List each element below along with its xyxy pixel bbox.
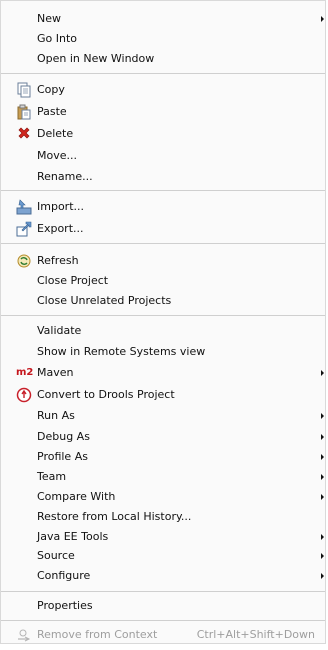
- menu-item-compare-with-label: Compare With: [37, 490, 116, 503]
- menu-item-export-label: Export...: [37, 222, 84, 235]
- menu-item-convert-to-drools-label: Convert to Drools Project: [37, 388, 175, 401]
- export-icon: [16, 221, 32, 237]
- menu-item-show-in-remote-systems[interactable]: Show in Remote Systems view: [1, 342, 325, 362]
- menu-item-new[interactable]: New: [1, 9, 325, 29]
- submenu-arrow-icon: [321, 573, 324, 579]
- menu-item-source-label: Source: [37, 549, 75, 562]
- drools-icon: [16, 387, 32, 403]
- delete-icon: [16, 126, 32, 142]
- submenu-arrow-icon: [321, 534, 324, 540]
- menu-item-go-into-label: Go Into: [37, 32, 78, 45]
- menu-item-convert-to-drools[interactable]: Convert to Drools Project: [1, 385, 325, 405]
- paste-icon: [16, 104, 32, 120]
- menu-separator: [1, 591, 325, 592]
- menu-item-run-as[interactable]: Run As: [1, 406, 325, 426]
- menu-item-configure-label: Configure: [37, 569, 91, 582]
- menu-item-open-in-new-window[interactable]: Open in New Window: [1, 49, 325, 69]
- menu-item-validate[interactable]: Validate: [1, 321, 325, 341]
- submenu-arrow-icon: [321, 553, 324, 559]
- menu-item-new-label: New: [37, 12, 61, 25]
- menu-item-remove-from-context-label: Remove from Context: [37, 628, 158, 641]
- menu-item-refresh[interactable]: Refresh: [1, 251, 325, 271]
- menu-separator: [1, 73, 325, 74]
- menu-item-restore-from-local-history-label: Restore from Local History...: [37, 510, 192, 523]
- menu-item-maven-label: Maven: [37, 366, 74, 379]
- menu-item-restore-from-local-history[interactable]: Restore from Local History...: [1, 507, 325, 527]
- menu-item-paste[interactable]: Paste: [1, 102, 325, 122]
- menu-item-team-label: Team: [37, 470, 67, 483]
- menu-separator: [1, 243, 325, 244]
- menu-item-rename[interactable]: Rename...: [1, 167, 325, 187]
- menu-item-move[interactable]: Move...: [1, 146, 325, 166]
- menu-item-source[interactable]: Source: [1, 546, 325, 566]
- menu-item-refresh-label: Refresh: [37, 254, 79, 267]
- menu-item-delete-label: Delete: [37, 127, 74, 140]
- maven-icon: m2: [16, 367, 34, 378]
- submenu-arrow-icon: [321, 454, 324, 460]
- menu-item-java-ee-tools[interactable]: Java EE Tools: [1, 527, 325, 547]
- menu-item-team[interactable]: Team: [1, 467, 325, 487]
- menu-item-rename-label: Rename...: [37, 170, 93, 183]
- menu-item-go-into[interactable]: Go Into: [1, 29, 325, 49]
- menu-item-close-project-label: Close Project: [37, 274, 109, 287]
- submenu-arrow-icon: [321, 370, 324, 376]
- menu-item-copy-label: Copy: [37, 83, 65, 96]
- menu-item-validate-label: Validate: [37, 324, 82, 337]
- menu-item-debug-as[interactable]: Debug As: [1, 427, 325, 447]
- menu-item-close-unrelated-projects[interactable]: Close Unrelated Projects: [1, 291, 325, 311]
- refresh-icon: [16, 253, 32, 269]
- menu-separator: [1, 315, 325, 316]
- submenu-arrow-icon: [321, 494, 324, 500]
- menu-item-delete[interactable]: Delete: [1, 124, 325, 144]
- menu-item-profile-as[interactable]: Profile As: [1, 447, 325, 467]
- submenu-arrow-icon: [321, 413, 324, 419]
- menu-item-profile-as-label: Profile As: [37, 450, 88, 463]
- menu-item-move-label: Move...: [37, 149, 77, 162]
- menu-item-shortcut: Ctrl+Alt+Shift+Down: [196, 628, 315, 641]
- context-menu: New Go Into Open in New Window Copy Past…: [0, 0, 326, 644]
- menu-item-paste-label: Paste: [37, 105, 67, 118]
- menu-item-close-project[interactable]: Close Project: [1, 271, 325, 291]
- copy-icon: [16, 82, 32, 98]
- submenu-arrow-icon: [321, 474, 324, 480]
- menu-item-compare-with[interactable]: Compare With: [1, 487, 325, 507]
- menu-item-remove-from-context[interactable]: Remove from Context Ctrl+Alt+Shift+Down: [1, 625, 325, 645]
- import-icon: [16, 199, 32, 215]
- menu-item-properties[interactable]: Properties: [1, 596, 325, 616]
- menu-item-java-ee-tools-label: Java EE Tools: [37, 530, 109, 543]
- menu-item-show-in-remote-systems-label: Show in Remote Systems view: [37, 345, 206, 358]
- menu-item-close-unrelated-projects-label: Close Unrelated Projects: [37, 294, 172, 307]
- menu-item-debug-as-label: Debug As: [37, 430, 90, 443]
- submenu-arrow-icon: [321, 16, 324, 22]
- menu-item-open-in-new-window-label: Open in New Window: [37, 52, 155, 65]
- remove-context-icon: [16, 627, 32, 643]
- menu-item-maven[interactable]: m2 Maven: [1, 363, 325, 383]
- menu-item-export[interactable]: Export...: [1, 219, 325, 239]
- menu-separator: [1, 190, 325, 191]
- menu-item-copy[interactable]: Copy: [1, 80, 325, 100]
- menu-item-import-label: Import...: [37, 200, 84, 213]
- menu-item-import[interactable]: Import...: [1, 197, 325, 217]
- menu-item-configure[interactable]: Configure: [1, 566, 325, 586]
- menu-item-run-as-label: Run As: [37, 409, 75, 422]
- submenu-arrow-icon: [321, 434, 324, 440]
- menu-item-properties-label: Properties: [37, 599, 93, 612]
- menu-separator: [1, 620, 325, 621]
